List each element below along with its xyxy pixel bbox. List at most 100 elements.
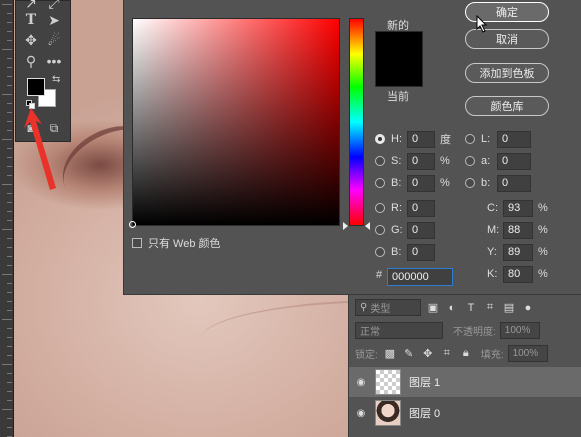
opacity-input[interactable]: 100% (499, 322, 540, 339)
ruler-tick (2, 364, 12, 365)
mouse-cursor-icon (476, 15, 488, 33)
web-colors-only[interactable]: 只有 Web 颜色 (132, 235, 221, 251)
lock-pixels-icon[interactable]: ✎ (402, 347, 416, 361)
a-radio[interactable] (465, 156, 475, 166)
ruler-tick (7, 31, 12, 32)
filter-toggle-icon[interactable]: ● (521, 301, 535, 315)
l-input[interactable]: 0 (497, 130, 531, 148)
fill-input[interactable]: 100% (507, 345, 548, 362)
current-color-preview[interactable] (375, 59, 423, 87)
color-field-marker[interactable] (129, 221, 136, 228)
color-libraries-button[interactable]: 颜色库 (465, 96, 549, 116)
b-input[interactable]: 0 (407, 174, 435, 192)
lock-transparent-icon[interactable]: ▩ (383, 347, 397, 361)
shape-filter-icon[interactable]: ⌗ (483, 301, 497, 315)
web-colors-checkbox[interactable] (132, 238, 142, 248)
lock-artboard-icon[interactable]: ⌗ (440, 347, 454, 361)
swap-colors-icon[interactable]: ⇆ (52, 74, 60, 85)
adjustment-filter-icon[interactable]: ◐ (445, 301, 459, 315)
hue-slider-handle-right[interactable] (365, 222, 370, 230)
blue-radio[interactable] (375, 247, 385, 257)
hex-prefix: # (376, 269, 383, 281)
r-input[interactable]: 0 (407, 199, 435, 217)
type-filter-icon[interactable]: T (464, 301, 478, 315)
color-field[interactable] (132, 18, 340, 226)
h-radio[interactable] (375, 134, 385, 144)
ruler-tick (7, 13, 12, 14)
blue-input[interactable]: 0 (407, 243, 435, 261)
quick-mask-icon[interactable]: ◙ (20, 118, 42, 138)
b-radio[interactable] (375, 178, 385, 188)
m-row: M: 88 % (487, 221, 548, 239)
ruler-tick (7, 247, 12, 248)
blur-icon[interactable]: ☄ (43, 30, 65, 50)
r-row: R: 0 (375, 199, 435, 217)
lock-all-icon[interactable]: 🔒︎ (459, 347, 473, 361)
vertical-ruler[interactable] (0, 0, 14, 437)
g-input[interactable]: 0 (407, 221, 435, 239)
y-input[interactable]: 89 (503, 243, 533, 261)
ruler-tick (7, 157, 12, 158)
ruler-tick (7, 328, 12, 329)
smart-object-filter-icon[interactable]: ▤ (502, 301, 516, 315)
l-radio[interactable] (465, 134, 475, 144)
ruler-tick (7, 283, 12, 284)
ruler-tick (7, 301, 12, 302)
a-label: a: (481, 155, 491, 167)
b-unit: % (440, 177, 450, 189)
r-radio[interactable] (375, 203, 385, 213)
lock-position-icon[interactable]: ✥ (421, 347, 435, 361)
tools-panel: ↗ ⤢ T ➤ ✥ ☄ ⚲ ••• ⇆ ◙ ⧉ (15, 0, 71, 142)
layer-name: 图层 1 (409, 377, 441, 389)
layer-row[interactable]: ◉ 图层 1 (349, 367, 581, 397)
ruler-tick (7, 22, 12, 23)
layers-filter-row: ⚲ 类型 ▣ ◐ T ⌗ ▤ ● (349, 299, 581, 316)
layer-thumbnail (375, 369, 401, 395)
direct-select-icon[interactable]: ➤ (43, 10, 65, 30)
ruler-tick (7, 400, 12, 401)
hex-input[interactable]: 000000 (387, 268, 453, 286)
m-input[interactable]: 88 (503, 221, 533, 239)
a-input[interactable]: 0 (497, 152, 531, 170)
ruler-tick (7, 310, 12, 311)
lab-b-radio[interactable] (465, 178, 475, 188)
foreground-color-swatch[interactable] (27, 78, 45, 96)
add-to-swatches-button[interactable]: 添加到色板 (465, 63, 549, 83)
lab-b-input[interactable]: 0 (497, 174, 531, 192)
blue-row: B: 0 (375, 243, 435, 261)
h-input[interactable]: 0 (407, 130, 435, 148)
screen-mode-icon[interactable]: ⧉ (43, 118, 65, 138)
pixel-filter-icon[interactable]: ▣ (426, 301, 440, 315)
puzzle-icon[interactable]: ✥ (20, 30, 42, 50)
c-unit: % (538, 202, 548, 214)
ruler-tick (2, 409, 12, 410)
type-icon[interactable]: T (20, 10, 42, 30)
ruler-tick (2, 184, 12, 185)
zoom-icon[interactable]: ⚲ (20, 51, 42, 71)
visibility-eye-icon[interactable]: ◉ (349, 377, 373, 388)
ruler-tick (7, 382, 12, 383)
new-color-preview (375, 31, 423, 59)
hue-slider-handle-left[interactable] (343, 222, 348, 230)
filter-kind-dropdown[interactable]: ⚲ 类型 (355, 299, 421, 316)
hue-slider[interactable] (349, 18, 364, 226)
l-label: L: (481, 133, 491, 145)
ruler-tick (7, 121, 12, 122)
c-row: C: 93 % (487, 199, 548, 217)
ruler-tick (7, 346, 12, 347)
layer-row[interactable]: ◉ 图层 0 (349, 398, 581, 428)
visibility-eye-icon[interactable]: ◉ (349, 408, 373, 419)
more-icon[interactable]: ••• (43, 51, 65, 71)
s-input[interactable]: 0 (407, 152, 435, 170)
c-input[interactable]: 93 (503, 199, 533, 217)
s-radio[interactable] (375, 156, 385, 166)
k-input[interactable]: 80 (503, 265, 533, 283)
g-radio[interactable] (375, 225, 385, 235)
ruler-tick (7, 148, 12, 149)
h-row: H: 0 度 (375, 130, 451, 148)
blend-mode-dropdown[interactable]: 正常 (355, 322, 443, 339)
ruler-tick (7, 427, 12, 428)
g-label: G: (391, 224, 403, 236)
default-colors-icon[interactable] (26, 100, 35, 109)
ruler-tick (7, 58, 12, 59)
